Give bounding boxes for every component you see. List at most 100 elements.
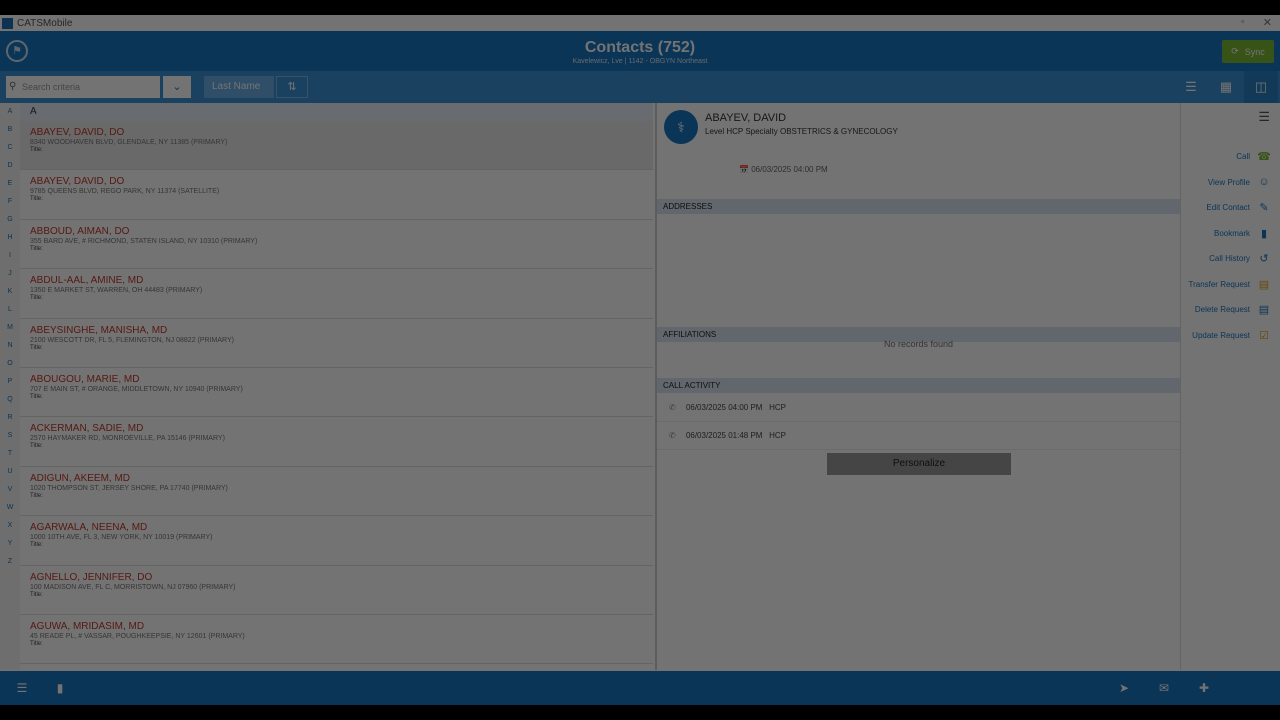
- bottom-bar: ☰ ▮ ➤ ✉ ✚: [0, 671, 1280, 705]
- action-edit-contact[interactable]: Edit Contact ✎: [1206, 199, 1272, 215]
- actions-panel: ☰ Call ☎ View Profile ☺ Edit Contact ✎ Bookmar…: [1180, 103, 1280, 670]
- alpha-index-v[interactable]: V: [0, 481, 20, 499]
- letter-header: A: [20, 103, 653, 121]
- contact-row[interactable]: AGARWALA, NEENA, MD 1000 10TH AVE, FL 3, …: [20, 516, 653, 566]
- contact-row[interactable]: ABOUGOU, MARIE, MD 707 E MAIN ST, # ORANG…: [20, 368, 653, 418]
- contact-row[interactable]: ADIGUN, AKEEM, MD 1020 THOMPSON ST, JERSE…: [20, 467, 653, 517]
- contact-detail-panel: ⚕ ABAYEV, DAVID Level HCP Specialty OBST…: [655, 103, 1180, 670]
- split-view-button[interactable]: ◫: [1244, 71, 1278, 103]
- contact-row[interactable]: ABBOUD, AIMAN, DO 355 BARD AVE, # RICHMON…: [20, 220, 653, 270]
- alpha-index-p[interactable]: P: [0, 373, 20, 391]
- alpha-index-x[interactable]: X: [0, 517, 20, 535]
- contact-name: AGUWA, MRIDASIM, MD: [30, 620, 145, 632]
- detail-name: ABAYEV, DAVID: [705, 112, 787, 124]
- contact-row[interactable]: ABEYSINGHE, MANISHA, MD 2100 WESCOTT DR, …: [20, 319, 653, 368]
- alpha-index-t[interactable]: T: [0, 445, 20, 463]
- split-view-icon: ◫: [1254, 79, 1268, 94]
- list-view-icon: ☰: [1185, 79, 1197, 94]
- contact-row[interactable]: ABDUL-AAL, AMINE, MD 1350 E MARKET ST, WA…: [20, 269, 653, 319]
- alpha-index-l[interactable]: L: [0, 301, 20, 319]
- activity-datetime: 06/03/2025 04:00 PM: [685, 403, 763, 412]
- grid-view-button[interactable]: ▦: [1209, 71, 1243, 103]
- action-call[interactable]: Call ☎: [1236, 148, 1272, 164]
- contact-name: ACKERMAN, SADIE, MD: [30, 423, 144, 435]
- contact-address: 1350 E MARKET ST, WARREN, OH 44483 (PRIM…: [30, 287, 203, 295]
- alpha-index-w[interactable]: W: [0, 499, 20, 517]
- action-delete-request[interactable]: Delete Request ▤: [1195, 301, 1272, 317]
- activity-row[interactable]: ✆ 06/03/2025 01:48 PM HCP: [657, 422, 1180, 450]
- grid-view-icon: ▦: [1219, 79, 1233, 94]
- sort-direction-button[interactable]: ⇅: [276, 76, 308, 98]
- search-placeholder: Search criteria: [22, 82, 81, 92]
- contact-address: 1020 THOMPSON ST, JERSEY SHORE, PA 17740…: [30, 484, 228, 492]
- contact-title: Title:: [30, 295, 43, 302]
- alpha-index-z[interactable]: Z: [0, 553, 20, 571]
- action-transfer-request[interactable]: Transfer Request ▤: [1188, 276, 1272, 292]
- alpha-index-n[interactable]: N: [0, 337, 20, 355]
- alpha-index-b[interactable]: B: [0, 121, 20, 139]
- contact-row[interactable]: ABAYEV, DAVID, DO 8340 WOODHAVEN BLVD, GL…: [20, 121, 653, 171]
- alpha-index-k[interactable]: K: [0, 283, 20, 301]
- alpha-index-q[interactable]: Q: [0, 391, 20, 409]
- contact-row[interactable]: ACKERMAN, SADIE, MD 2570 HAYMAKER RD, MON…: [20, 417, 653, 467]
- action-label: View Profile: [1207, 177, 1250, 187]
- hamburger-menu-icon[interactable]: ☰: [1258, 109, 1270, 125]
- close-icon[interactable]: ✕: [1263, 16, 1272, 29]
- alpha-index-a[interactable]: A: [0, 103, 20, 121]
- search-input[interactable]: ⚲ Search criteria: [6, 76, 160, 98]
- sort-field-button[interactable]: Last Name: [204, 76, 274, 98]
- contact-name: AGNELLO, JENNIFER, DO: [30, 571, 153, 583]
- app-window: CATSMobile ◦ ✕ ⚑ Contacts (752) Kavelewi…: [0, 15, 1280, 705]
- list-view-button[interactable]: ☰: [1174, 71, 1208, 103]
- action-call-history[interactable]: Call History ↺: [1209, 250, 1272, 266]
- restore-icon[interactable]: ◦: [1241, 16, 1245, 29]
- search-dropdown-button[interactable]: ⌄: [163, 76, 191, 98]
- contact-row[interactable]: AGNELLO, JENNIFER, DO 100 MADISON AVE, FL…: [20, 566, 653, 615]
- alpha-index-f[interactable]: F: [0, 193, 20, 211]
- alpha-index-s[interactable]: S: [0, 427, 20, 445]
- alpha-index-d[interactable]: D: [0, 157, 20, 175]
- no-navigation-icon[interactable]: ➤: [1114, 671, 1134, 705]
- alpha-index-e[interactable]: E: [0, 175, 20, 193]
- action-label: Transfer Request: [1188, 279, 1250, 289]
- contact-row[interactable]: AGUWA, MRIDASIM, MD 45 READE PL, # VASSAR…: [20, 615, 653, 665]
- action-label: Edit Contact: [1206, 202, 1250, 212]
- action-bookmark[interactable]: Bookmark ▮: [1214, 225, 1272, 241]
- alpha-index-m[interactable]: M: [0, 319, 20, 337]
- add-icon[interactable]: ✚: [1194, 671, 1214, 705]
- user-territory: Kavelewicz, Lve | 1142 - OBGYN Northeast: [572, 58, 708, 65]
- history-icon: ↺: [1259, 252, 1269, 265]
- alpha-index-c[interactable]: C: [0, 139, 20, 157]
- action-update-request[interactable]: Update Request ☑: [1192, 327, 1272, 343]
- mail-icon[interactable]: ✉: [1154, 671, 1174, 705]
- contact-title: Title:: [30, 591, 43, 598]
- alpha-index-r[interactable]: R: [0, 409, 20, 427]
- contact-address: 8340 WOODHAVEN BLVD, GLENDALE, NY 11385 …: [30, 139, 228, 146]
- bookmark-icon[interactable]: ▮: [50, 671, 70, 705]
- alpha-index-h[interactable]: H: [0, 229, 20, 247]
- title-bar: CATSMobile ◦ ✕: [0, 15, 1280, 31]
- delete-card-icon: ▤: [1258, 303, 1270, 316]
- alpha-index-j[interactable]: J: [0, 265, 20, 283]
- contact-title: Title:: [30, 443, 43, 450]
- contact-address: 1000 10TH AVE, FL 3, NEW YORK, NY 10019 …: [30, 534, 213, 542]
- alpha-index-i[interactable]: I: [0, 247, 20, 265]
- contact-name: ABEYSINGHE, MANISHA, MD: [30, 324, 168, 336]
- alpha-index-g[interactable]: G: [0, 211, 20, 229]
- alpha-index-o[interactable]: O: [0, 355, 20, 373]
- phone-icon: ☎: [1257, 150, 1271, 163]
- contact-address: 9785 QUEENS BLVD, REGO PARK, NY 11374 (S…: [30, 188, 220, 196]
- alpha-index-u[interactable]: U: [0, 463, 20, 481]
- personalize-button[interactable]: Personalize: [827, 453, 1011, 475]
- detail-info: Level HCP Specialty OBSTETRICS & GYNECOL…: [705, 127, 898, 136]
- alpha-index-y[interactable]: Y: [0, 535, 20, 553]
- contact-address: 2100 WESCOTT DR, FL 5, FLEMINGTON, NJ 08…: [30, 336, 234, 344]
- contact-title: Title:: [30, 196, 43, 203]
- activity-row[interactable]: ✆ 06/03/2025 04:00 PM HCP: [657, 394, 1180, 422]
- list-icon[interactable]: ☰: [12, 671, 32, 705]
- contact-name: ABOUGOU, MARIE, MD: [30, 373, 140, 385]
- action-label: Delete Request: [1194, 304, 1250, 314]
- action-view-profile[interactable]: View Profile ☺: [1208, 174, 1272, 190]
- sync-button[interactable]: ⟳ Sync: [1222, 40, 1274, 63]
- contact-row[interactable]: ABAYEV, DAVID, DO 9785 QUEENS BLVD, REGO …: [20, 170, 653, 220]
